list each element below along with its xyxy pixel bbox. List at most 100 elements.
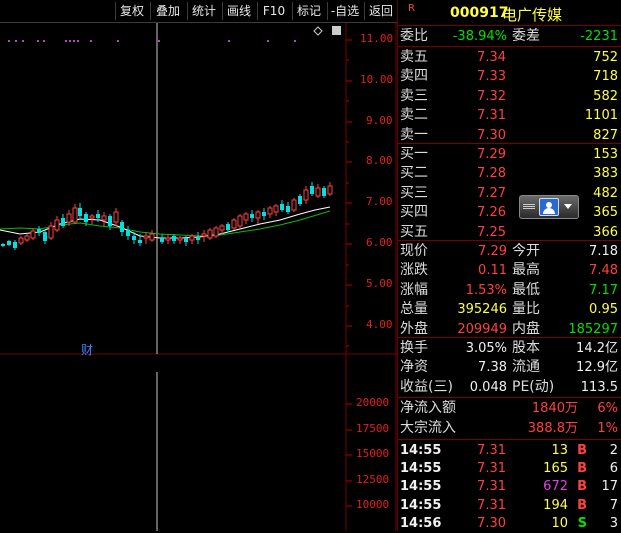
- candle-body: [303, 189, 309, 201]
- fundamental-label: 收益(三): [400, 378, 453, 395]
- fundamental-value: 14.2亿: [576, 341, 618, 356]
- trade-time: 14:55: [400, 443, 442, 458]
- candle-body: [24, 235, 30, 241]
- candle-body: [84, 214, 88, 222]
- ask-price: 7.34: [477, 50, 506, 65]
- candle-body: [226, 224, 230, 230]
- price-ticks: [346, 39, 352, 347]
- bid-price: 7.26: [477, 205, 506, 221]
- bid-row: 买五 7.25 366: [400, 223, 620, 242]
- bid-row: 买四 7.26 365: [400, 203, 620, 222]
- quote-value: 7.29: [478, 244, 507, 259]
- volume-ticks: [346, 403, 352, 507]
- back-button[interactable]: 返回: [364, 2, 397, 20]
- volume-label-10000: 10000: [356, 498, 390, 511]
- ask-price: 7.32: [477, 88, 506, 104]
- f10-button[interactable]: F10: [257, 2, 290, 20]
- candle-body: [250, 214, 254, 218]
- candle-body: [315, 187, 321, 197]
- overlay-button[interactable]: 叠加: [150, 2, 185, 20]
- quote-label: 最高: [512, 262, 540, 279]
- candle-body: [96, 214, 100, 218]
- quote-row: 总量 395246 量比 0.95: [400, 300, 620, 319]
- candle-body: [89, 215, 95, 219]
- ask-price: 7.30: [477, 127, 506, 143]
- trade-count: 17: [601, 479, 618, 495]
- bid-price: 7.25: [477, 224, 506, 240]
- statistics-button[interactable]: 统计: [187, 2, 220, 20]
- fundamental-row: 换手 3.05% 股本 14.2亿: [400, 339, 620, 358]
- candle-body: [286, 206, 290, 212]
- quote-label: 涨跌: [400, 262, 428, 279]
- finance-marker[interactable]: 财: [81, 341, 93, 358]
- user-toggle-widget[interactable]: [519, 195, 579, 219]
- quote-value: 7.17: [589, 282, 618, 298]
- trade-time: 14:55: [400, 497, 442, 513]
- trade-price: 7.31: [477, 443, 506, 458]
- draw-line-button[interactable]: 画线: [222, 2, 255, 20]
- ask-volume: 1101: [584, 108, 618, 124]
- candle-body: [177, 237, 183, 241]
- diamond-icon[interactable]: [313, 26, 323, 36]
- candle-body: [291, 199, 297, 211]
- trade-count: 7: [609, 497, 618, 513]
- chart-toolbar: 复权 叠加 统计 画线 F10 标记 -自选 返回: [0, 0, 397, 23]
- divider: [398, 337, 621, 338]
- trade-side: B: [577, 443, 587, 458]
- candle-body: [213, 227, 219, 237]
- candle-body: [149, 233, 155, 241]
- price-label-6: 6.00: [366, 236, 393, 249]
- volume-label-15000: 15000: [356, 447, 390, 460]
- price-label-4: 4.00: [366, 318, 393, 331]
- volume-label-12500: 12500: [356, 473, 390, 486]
- candle-body: [327, 185, 333, 195]
- kline-chart[interactable]: [0, 23, 397, 531]
- trade-side: S: [577, 515, 587, 531]
- user-icon: [539, 198, 559, 216]
- fuquan-button[interactable]: 复权: [115, 2, 148, 20]
- candle-body: [108, 216, 112, 226]
- quote-label: 量比: [512, 301, 540, 318]
- quote-panel: R 000917 电广传媒 委比 -38.94% 委差 -2231 卖五 7.34…: [397, 0, 621, 531]
- fundamental-value: 113.5: [580, 379, 618, 395]
- ask-row: 卖三 7.32 582: [400, 87, 620, 106]
- quote-value: 7.48: [589, 263, 618, 279]
- divider: [398, 240, 621, 241]
- bid-volume: 153: [593, 147, 618, 162]
- trade-price: 7.31: [477, 479, 506, 495]
- bid-row: 买二 7.28 383: [400, 164, 620, 183]
- candle-body: [189, 235, 195, 241]
- expand-icon[interactable]: [332, 26, 341, 35]
- trade-row: 14:55 7.31 13 B 2: [400, 441, 620, 460]
- candle-body: [143, 235, 149, 239]
- ask-row: 卖四 7.33 718: [400, 67, 620, 86]
- candle-body: [1, 244, 5, 246]
- price-label-11: 11.00: [360, 32, 394, 45]
- candle-body: [120, 222, 124, 232]
- quote-label: 总量: [400, 301, 428, 318]
- divider: [398, 439, 621, 440]
- remove-watchlist-button[interactable]: -自选: [327, 2, 362, 20]
- weibi-label: 委比: [400, 28, 428, 44]
- candle-body: [30, 230, 36, 239]
- flow-percent: 6%: [597, 401, 618, 416]
- quote-value: 185297: [568, 321, 618, 337]
- bid-volume: 383: [593, 166, 618, 182]
- mark-button[interactable]: 标记: [292, 2, 325, 20]
- quote-value: 7.18: [589, 244, 618, 259]
- ask-level-label: 卖一: [400, 126, 428, 143]
- weibi-row: 委比 -38.94% 委差 -2231: [400, 27, 620, 46]
- trade-side: B: [577, 461, 587, 477]
- divider: [398, 143, 621, 144]
- trade-volume: 672: [543, 479, 568, 495]
- trade-volume: 13: [551, 443, 568, 458]
- candle-body: [37, 229, 41, 233]
- bid-price: 7.29: [477, 147, 506, 162]
- quote-value: 0.11: [478, 263, 507, 279]
- bid-level-label: 买四: [400, 204, 428, 221]
- trade-volume: 10: [551, 515, 568, 531]
- fundamental-label: 换手: [400, 340, 428, 356]
- event-dots: [8, 40, 296, 42]
- trade-price: 7.31: [477, 497, 506, 513]
- trade-volume: 194: [543, 497, 568, 513]
